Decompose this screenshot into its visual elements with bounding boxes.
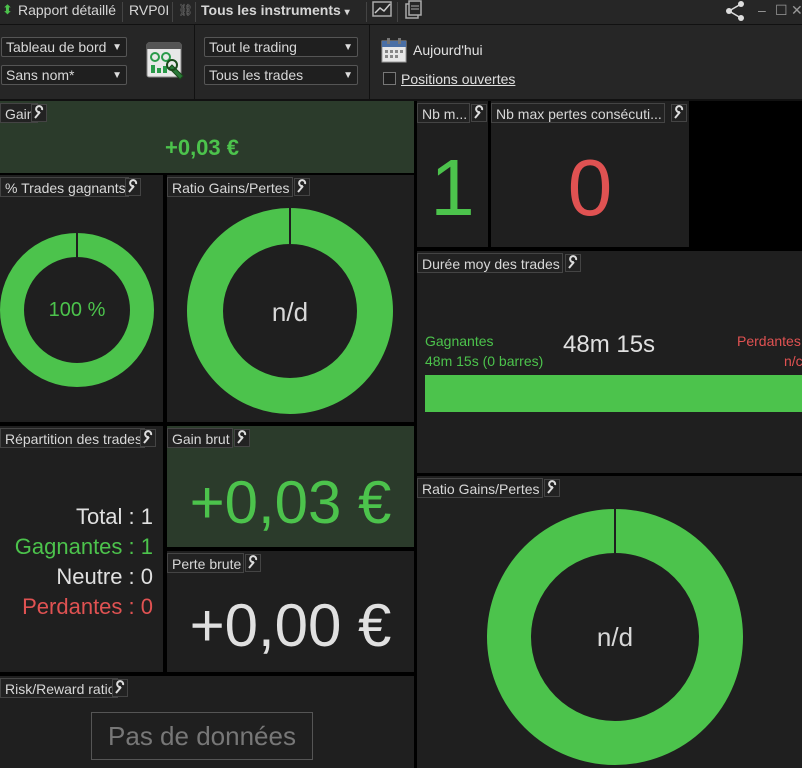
open-positions-checkbox[interactable] <box>383 72 396 85</box>
winners-duration-label: Gagnantes <box>425 333 494 349</box>
gross-gain-title: Gain brut <box>167 428 233 448</box>
trades-select-value: Tous les trades <box>209 67 304 83</box>
wrench-icon[interactable] <box>234 429 250 447</box>
chevron-down-icon: ▼ <box>343 70 353 81</box>
divider <box>194 25 195 99</box>
share-icon[interactable] <box>724 0 746 24</box>
divider <box>172 2 173 22</box>
trade-breakdown-panel: Répartition des trades Total : 1 Gagnant… <box>0 426 163 672</box>
report-icon[interactable]: ⬍ <box>2 0 13 24</box>
divider <box>369 25 370 99</box>
max-consecutive-losses-panel: Nb max pertes consécuti... 0 <box>491 101 689 247</box>
instruments-dropdown[interactable]: Tous les instruments ▾ <box>201 0 350 24</box>
link-icon[interactable]: ⛓ <box>178 0 193 24</box>
avg-duration-title: Durée moy des trades <box>417 253 563 273</box>
chevron-down-icon: ▼ <box>343 42 353 53</box>
wrench-icon[interactable] <box>112 679 128 697</box>
losers-duration-detail: n/c <box>784 353 802 369</box>
gross-gain-value: +0,03 € <box>189 469 392 536</box>
chart-icon[interactable] <box>372 0 394 24</box>
win-percentage-panel: % Trades gagnants 100 % <box>0 175 163 422</box>
trading-select[interactable]: Tout le trading ▼ <box>204 37 358 57</box>
customize-dashboard-icon[interactable] <box>146 41 186 86</box>
document-icon[interactable] <box>403 0 423 24</box>
trading-select-value: Tout le trading <box>209 39 297 55</box>
profit-ratio-panel: Ratio Gains/Pertes n/d <box>167 175 414 422</box>
profit-ratio-value: n/d <box>271 297 309 327</box>
win-percentage-title: % Trades gagnants <box>0 177 129 197</box>
no-data-message: Pas de données <box>91 712 313 760</box>
chevron-down-icon: ▼ <box>112 42 122 53</box>
name-select[interactable]: Sans nom* ▼ <box>1 65 127 85</box>
profit-ratio-large-title: Ratio Gains/Pertes <box>417 478 543 498</box>
report-title[interactable]: Rapport détaillé <box>18 0 116 24</box>
divider <box>122 2 123 22</box>
winners-duration-detail: 48m 15s (0 barres) <box>425 353 544 369</box>
max-consecutive-wins-value: 1 <box>430 143 475 232</box>
date-range-button[interactable]: Aujourd'hui <box>413 42 483 58</box>
instruments-label: Tous les instruments <box>201 2 341 18</box>
wrench-icon[interactable] <box>31 104 47 122</box>
breakdown-neutral: Neutre : 0 <box>56 564 153 589</box>
win-percentage-value: 100 % <box>48 299 106 321</box>
wrench-icon[interactable] <box>294 178 310 196</box>
calendar-icon[interactable] <box>381 37 407 68</box>
max-consecutive-wins-title: Nb m... <box>417 103 471 123</box>
breakdown-losers: Perdantes : 0 <box>22 594 153 619</box>
profit-ratio-large-value: n/d <box>596 622 634 652</box>
gross-loss-value: +0,00 € <box>189 592 392 659</box>
chevron-down-icon: ▾ <box>344 7 350 18</box>
max-consecutive-losses-value: 0 <box>567 143 613 232</box>
maximize-icon[interactable]: ☐ <box>775 0 788 24</box>
trades-select[interactable]: Tous les trades ▼ <box>204 65 358 85</box>
gross-gain-panel: Gain brut +0,03 € <box>167 426 414 547</box>
wrench-icon[interactable] <box>245 554 261 572</box>
max-consecutive-losses-title: Nb max pertes consécuti... <box>491 103 665 123</box>
duration-bar <box>425 375 802 412</box>
wrench-icon[interactable] <box>125 178 141 196</box>
avg-duration-panel: Durée moy des trades Gagnantes 48m 15s (… <box>417 251 802 473</box>
account-label[interactable]: RVP0I <box>129 0 169 24</box>
wrench-icon[interactable] <box>671 104 687 122</box>
wrench-icon[interactable] <box>471 104 487 122</box>
gain-value: +0,03 € <box>164 135 239 160</box>
gain-panel: Gain +0,03 € <box>0 101 414 173</box>
dashboard-select-value: Tableau de bord <box>6 39 107 55</box>
wrench-icon[interactable] <box>565 254 581 272</box>
chevron-down-icon: ▼ <box>112 70 122 81</box>
gross-loss-title: Perte brute <box>167 553 245 573</box>
trade-breakdown-title: Répartition des trades <box>0 428 145 448</box>
risk-reward-panel: Risk/Reward ratio Pas de données <box>0 676 414 768</box>
profit-ratio-title: Ratio Gains/Pertes <box>167 177 293 197</box>
profit-ratio-large-panel: Ratio Gains/Pertes n/d <box>417 476 802 768</box>
divider <box>195 2 196 22</box>
toolbar: Tableau de bord ▼ Sans nom* ▼ Tout le trad… <box>0 25 802 101</box>
losers-duration-label: Perdantes <box>737 333 801 349</box>
dashboard-select[interactable]: Tableau de bord ▼ <box>1 37 127 57</box>
name-select-value: Sans nom* <box>6 67 75 83</box>
close-icon[interactable]: ✕ <box>791 0 802 24</box>
risk-reward-title: Risk/Reward ratio <box>0 678 119 698</box>
breakdown-total: Total : 1 <box>75 504 153 529</box>
minimize-icon[interactable]: – <box>758 0 766 24</box>
gross-loss-panel: Perte brute +0,00 € <box>167 551 414 672</box>
breakdown-winners: Gagnantes : 1 <box>14 534 153 559</box>
divider <box>397 2 398 22</box>
wrench-icon[interactable] <box>140 429 156 447</box>
top-bar: ⬍ Rapport détaillé RVP0I ⛓ Tous les inst… <box>0 0 802 25</box>
open-positions-label[interactable]: Positions ouvertes <box>401 71 515 87</box>
wrench-icon[interactable] <box>544 479 560 497</box>
max-consecutive-wins-panel: Nb m... 1 <box>417 101 488 247</box>
divider <box>366 2 367 22</box>
avg-duration-total: 48m 15s <box>563 331 656 358</box>
